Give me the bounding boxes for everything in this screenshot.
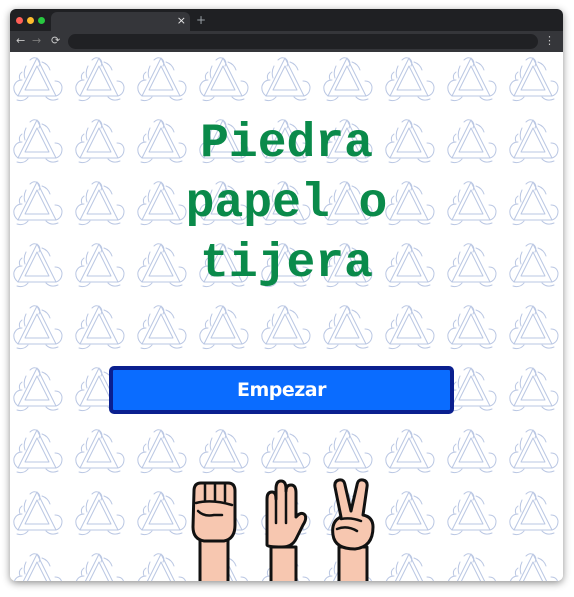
fist-rock-icon [191,481,237,581]
browser-titlebar: × + [10,9,563,31]
kebab-menu-icon[interactable]: ⋮ [544,34,555,48]
page-title-line: papel o [185,177,388,231]
browser-window: × + ← → ⟳ ⋮ Piedra papel o tijera Empeza… [10,9,563,581]
open-hand-paper-icon [265,479,308,581]
hands-illustration [10,477,563,581]
new-tab-icon[interactable]: + [196,13,206,27]
back-arrow-icon[interactable]: ← [16,34,25,48]
minimize-window-icon[interactable] [27,17,34,24]
page-title-line: tijera [200,237,373,291]
address-bar[interactable] [68,34,538,49]
peace-sign-scissors-icon [331,478,375,581]
maximize-window-icon[interactable] [38,17,45,24]
browser-toolbar: ← → ⟳ ⋮ [10,31,563,52]
close-window-icon[interactable] [16,17,23,24]
browser-tab[interactable]: × [51,12,190,31]
start-button[interactable]: Empezar [109,366,454,414]
page-viewport: Piedra papel o tijera Empezar [10,52,563,581]
forward-arrow-icon[interactable]: → [32,34,41,48]
tab-close-icon[interactable]: × [177,14,186,28]
page-title: Piedra papel o tijera [10,114,563,294]
page-title-line: Piedra [200,117,373,171]
reload-icon[interactable]: ⟳ [51,34,60,48]
